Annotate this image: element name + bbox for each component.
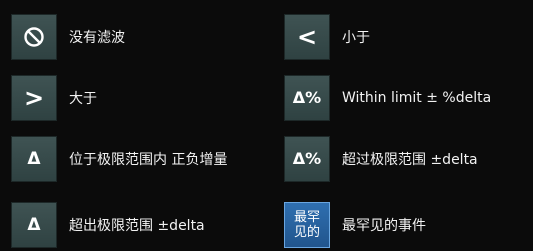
option-less-than[interactable]: < 小于 <box>284 14 370 60</box>
option-outside-limit-delta[interactable]: Δ 超出极限范围 ±delta <box>11 202 205 248</box>
option-within-limit-delta[interactable]: Δ 位于极限范围内 正负增量 <box>11 136 227 182</box>
no-filter-icon <box>24 27 44 47</box>
outside-limit-delta-label: 超出极限范围 ±delta <box>69 218 205 234</box>
delta-percent-icon: Δ% <box>292 149 322 168</box>
greater-than-label: 大于 <box>69 91 97 107</box>
less-than-button[interactable]: < <box>284 14 330 60</box>
no-filter-button[interactable] <box>11 14 57 60</box>
greater-than-button[interactable]: > <box>11 75 57 121</box>
within-limit-delta-button[interactable]: Δ <box>11 136 57 182</box>
filter-options-panel: 没有滤波 < 小于 > 大于 Δ% Within limit ± %delta … <box>0 0 533 251</box>
exceed-limit-pct-button[interactable]: Δ% <box>284 136 330 182</box>
delta-icon: Δ <box>27 214 41 235</box>
rarest-event-label: 最罕见的事件 <box>342 218 426 234</box>
no-filter-label: 没有滤波 <box>69 30 125 46</box>
option-greater-than[interactable]: > 大于 <box>11 75 97 121</box>
option-no-filter[interactable]: 没有滤波 <box>11 14 125 60</box>
delta-percent-icon: Δ% <box>292 88 322 107</box>
delta-icon: Δ <box>27 148 41 169</box>
option-within-limit-pct[interactable]: Δ% Within limit ± %delta <box>284 75 491 121</box>
rarest-event-icon: 最罕见的 <box>293 210 320 240</box>
within-limit-delta-label: 位于极限范围内 正负增量 <box>69 152 228 168</box>
greater-than-icon: > <box>23 84 45 112</box>
rarest-event-button[interactable]: 最罕见的 <box>284 202 330 248</box>
option-rarest-event[interactable]: 最罕见的 最罕见的事件 <box>284 202 426 248</box>
exceed-limit-pct-label: 超过极限范围 ±delta <box>342 152 478 168</box>
option-exceed-limit-pct[interactable]: Δ% 超过极限范围 ±delta <box>284 136 478 182</box>
within-limit-pct-button[interactable]: Δ% <box>284 75 330 121</box>
outside-limit-delta-button[interactable]: Δ <box>11 202 57 248</box>
within-limit-pct-label: Within limit ± %delta <box>342 90 492 106</box>
less-than-label: 小于 <box>342 30 370 46</box>
less-than-icon: < <box>296 23 318 51</box>
